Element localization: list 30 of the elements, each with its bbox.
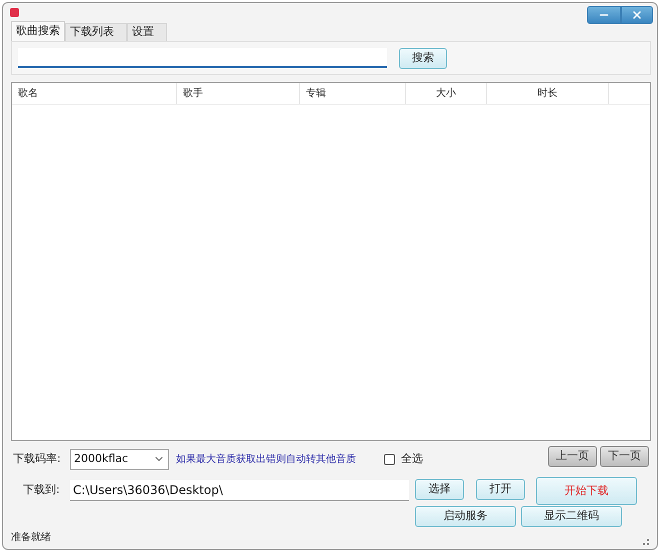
select-all-label: 全选 bbox=[401, 450, 423, 467]
status-text: 准备就绪 bbox=[11, 530, 51, 545]
column-header[interactable]: 歌手 bbox=[177, 83, 300, 104]
download-to-label: 下载到: bbox=[23, 482, 61, 498]
path-field[interactable]: C:\Users\36036\Desktop\ bbox=[70, 480, 409, 500]
path-button[interactable]: 选择 bbox=[415, 479, 464, 500]
app-icon bbox=[10, 8, 19, 17]
close-icon bbox=[631, 9, 643, 21]
column-header[interactable]: 时长 bbox=[487, 83, 609, 104]
page-button[interactable]: 下一页 bbox=[600, 446, 649, 466]
column-header[interactable]: 大小 bbox=[406, 83, 487, 104]
search-field[interactable] bbox=[18, 48, 387, 68]
tab[interactable]: 设置 bbox=[127, 23, 167, 41]
quality-hint: 如果最大音质获取出错则自动转其他音质 bbox=[176, 452, 357, 466]
search-button[interactable]: 搜索 bbox=[399, 48, 447, 68]
tab[interactable]: 歌曲搜索 bbox=[11, 21, 65, 41]
minimize-button[interactable] bbox=[587, 6, 621, 24]
column-header[interactable]: 专辑 bbox=[300, 83, 406, 104]
start-download-button[interactable]: 开始下载 bbox=[536, 477, 637, 505]
service-button[interactable]: 显示二维码 bbox=[521, 506, 622, 527]
service-button[interactable]: 启动服务 bbox=[415, 506, 516, 527]
bitrate-select[interactable]: 2000kflac bbox=[70, 448, 169, 470]
resize-grip-icon[interactable] bbox=[643, 539, 649, 545]
path-button[interactable]: 打开 bbox=[476, 479, 525, 500]
select-all-checkbox[interactable] bbox=[384, 454, 395, 464]
close-button[interactable] bbox=[621, 6, 653, 24]
column-header[interactable]: 歌名 bbox=[12, 83, 177, 104]
page-button[interactable]: 上一页 bbox=[548, 446, 597, 466]
bitrate-label: 下载码率: bbox=[13, 450, 62, 467]
tab[interactable]: 下载列表 bbox=[65, 23, 127, 41]
